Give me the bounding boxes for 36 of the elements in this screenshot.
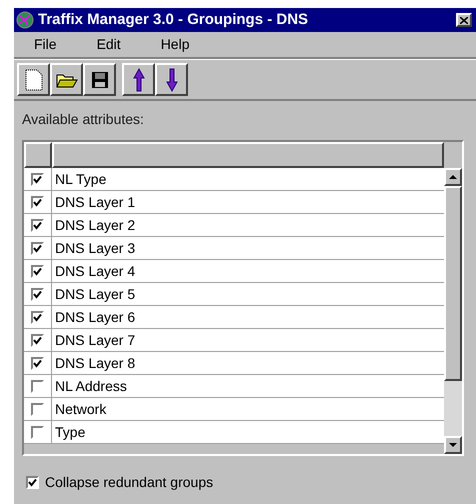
globe-icon xyxy=(16,11,34,29)
attribute-name: Type xyxy=(54,422,86,442)
attribute-name: DNS Layer 7 xyxy=(54,330,136,350)
checkbox-label: Collapse redundant groups xyxy=(45,473,214,492)
move-up-button[interactable] xyxy=(122,63,155,96)
attribute-name: DNS Layer 3 xyxy=(54,238,136,258)
attribute-name: DNS Layer 5 xyxy=(54,284,136,304)
attribute-name: DNS Layer 6 xyxy=(54,308,136,327)
close-button[interactable] xyxy=(456,13,472,27)
triangle-up-icon xyxy=(449,175,457,179)
attribute-name: DNS Layer 1 xyxy=(54,192,136,212)
arrow-down-icon xyxy=(166,68,178,92)
attribute-name: NL Address xyxy=(54,376,128,396)
menu-item[interactable]: Help xyxy=(160,34,190,55)
attribute-name: Network xyxy=(54,400,108,418)
new-button[interactable] xyxy=(17,63,50,96)
scroll-thumb[interactable] xyxy=(444,186,462,381)
attribute-name: NL Type xyxy=(54,170,108,189)
scroll-up-button[interactable] xyxy=(444,168,462,186)
attribute-name: DNS Layer 8 xyxy=(54,354,136,373)
section-label: Available attributes: xyxy=(22,110,145,129)
close-icon xyxy=(460,16,468,24)
open-button[interactable] xyxy=(50,63,83,96)
checkbox[interactable] xyxy=(26,476,39,489)
triangle-down-icon xyxy=(449,443,457,447)
window-title: Traffix Manager 3.0 - Groupings - DNS xyxy=(38,10,310,30)
arrow-up-icon xyxy=(132,68,144,92)
save-button[interactable] xyxy=(83,63,116,96)
attribute-name: DNS Layer 4 xyxy=(54,262,136,281)
menu-item[interactable]: File xyxy=(34,34,57,55)
menu-item[interactable]: Edit xyxy=(96,34,121,55)
scroll-down-button[interactable] xyxy=(444,436,462,454)
move-down-button[interactable] xyxy=(155,63,188,96)
document-icon xyxy=(24,68,42,90)
attribute-name: DNS Layer 2 xyxy=(54,216,136,235)
scrollbar[interactable] xyxy=(444,168,462,454)
